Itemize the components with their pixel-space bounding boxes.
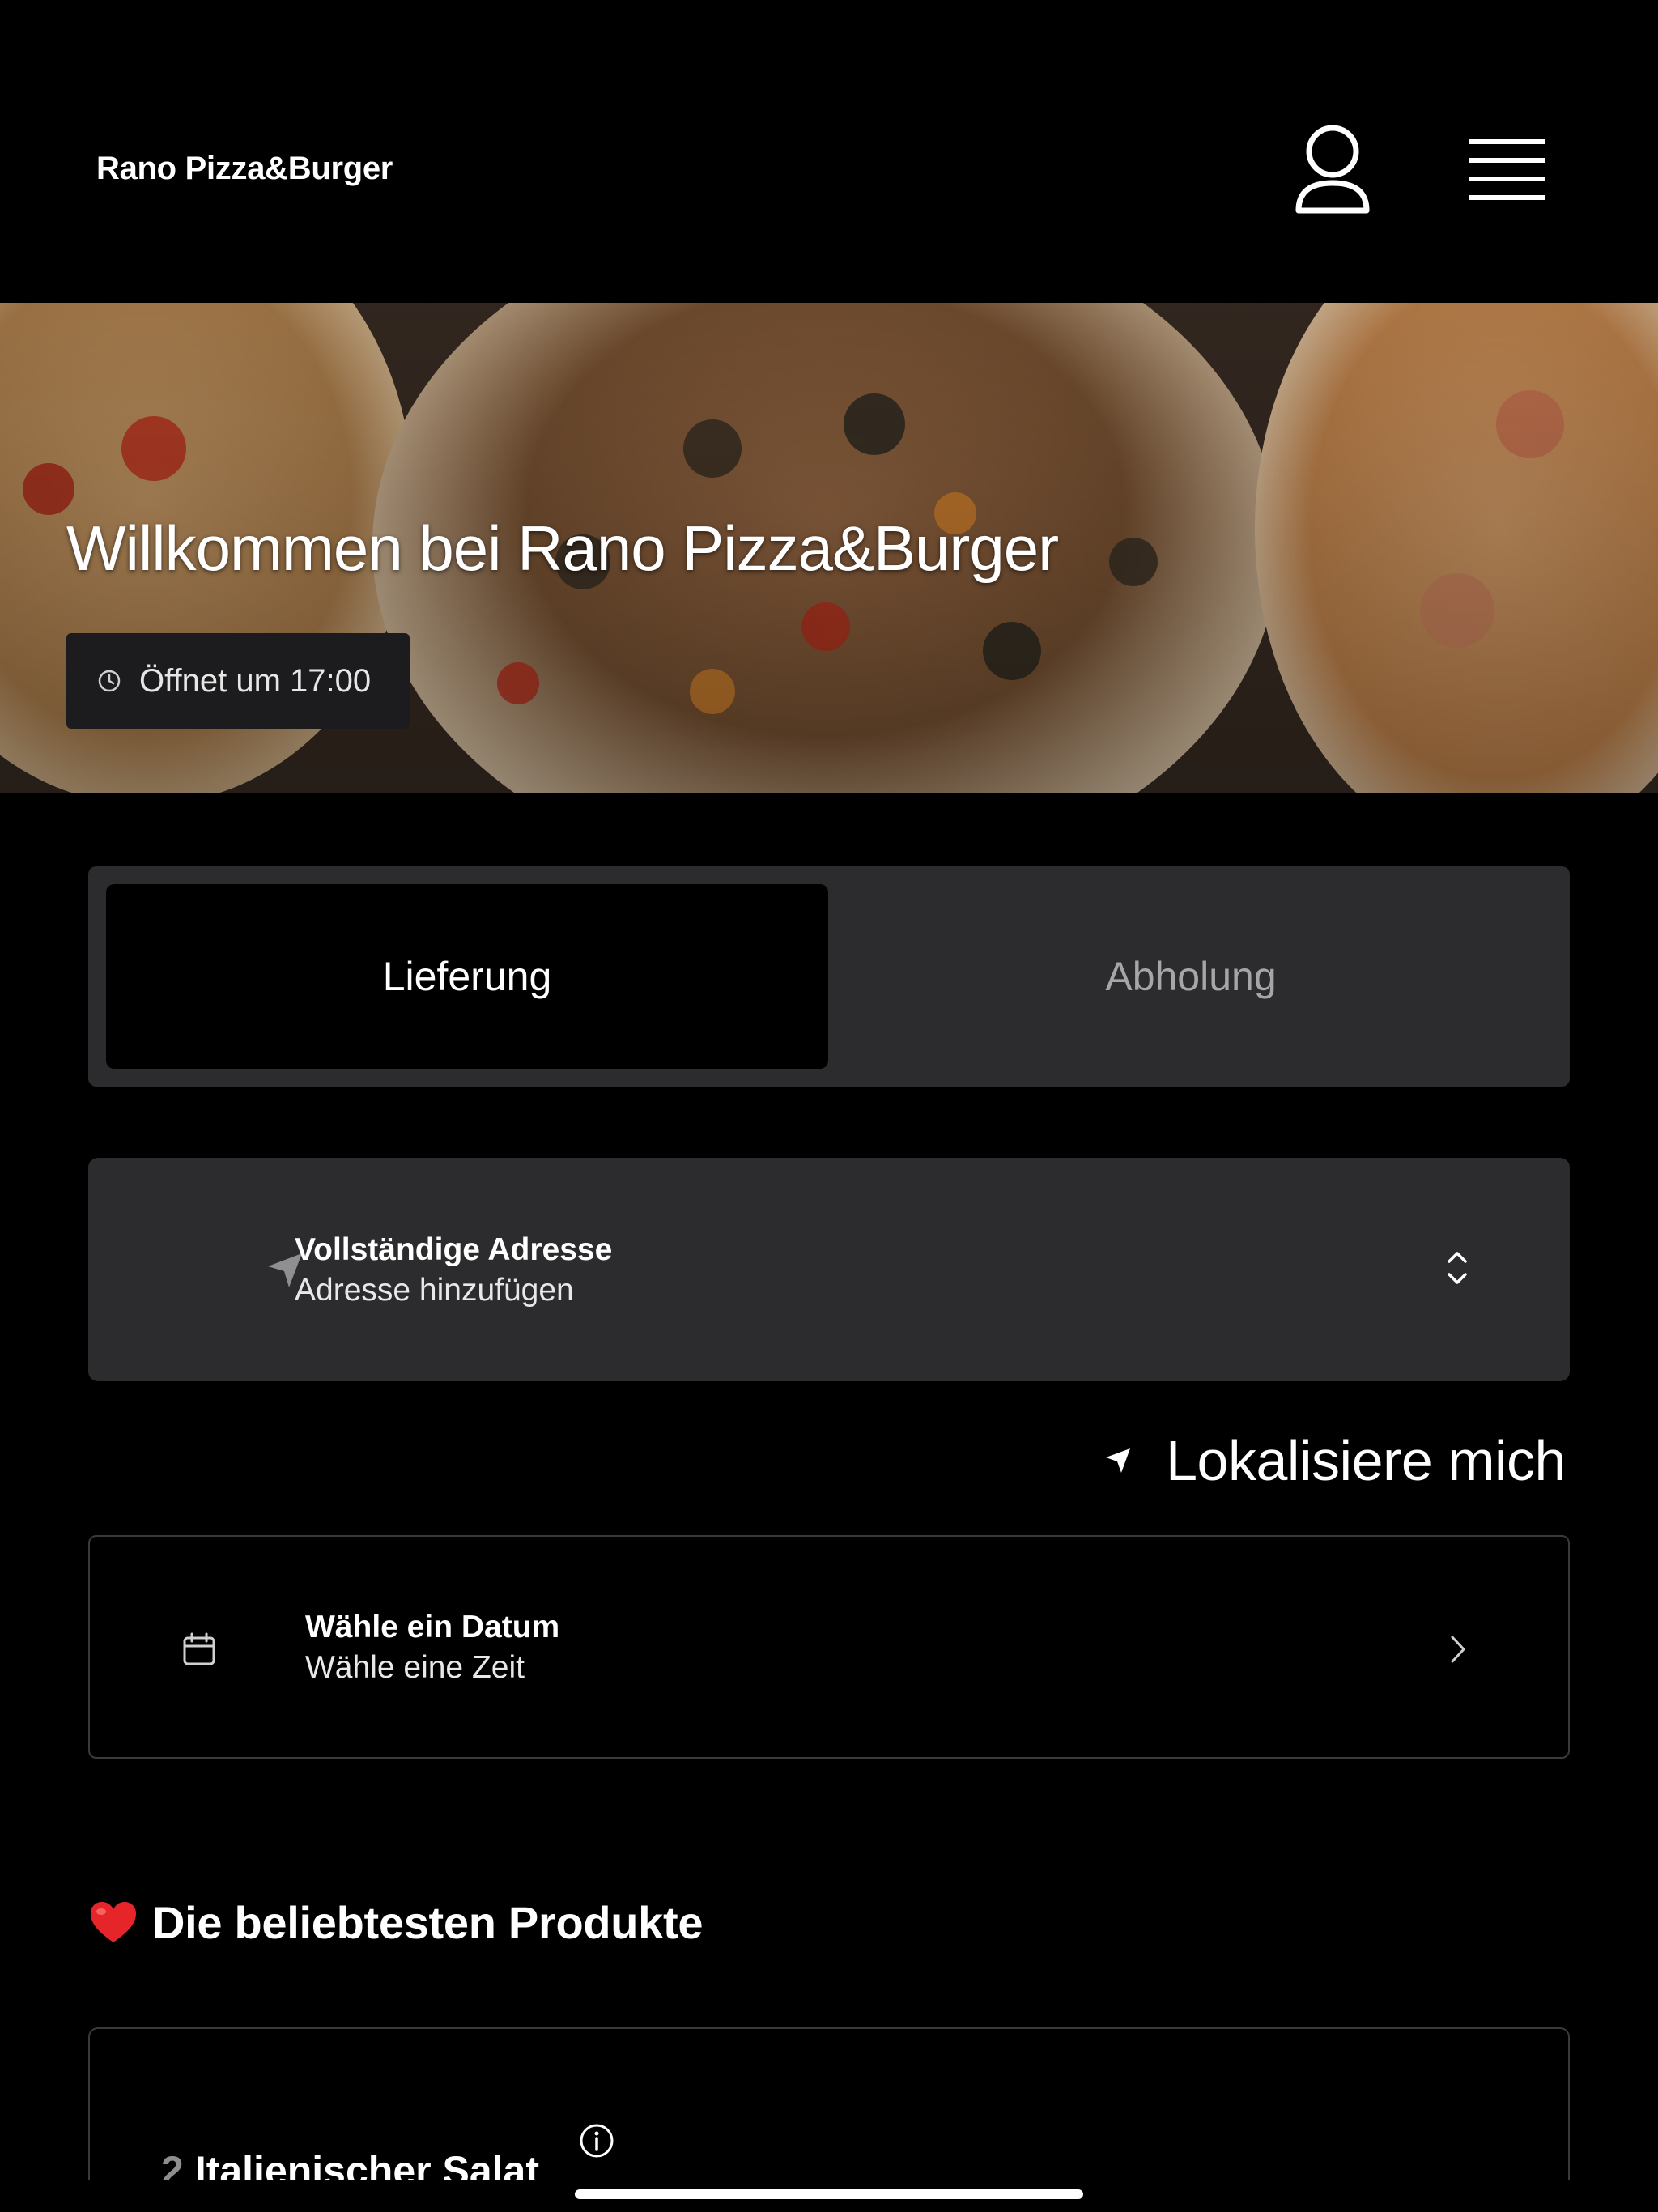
location-arrow-icon	[1106, 1448, 1131, 1473]
address-subtitle: Adresse hinzufügen	[295, 1273, 574, 1308]
hamburger-menu-icon[interactable]	[1464, 133, 1550, 206]
hero-banner: Willkommen bei Rano Pizza&Burger Öffnet …	[0, 303, 1658, 793]
date-time-selector[interactable]: Wähle ein Datum Wähle eine Zeit	[88, 1535, 1570, 1759]
date-time-text: Wähle ein Datum Wähle eine Zeit	[305, 1610, 559, 1686]
clock-icon	[98, 670, 121, 692]
opening-hours-label: Öffnet um 17:00	[139, 662, 372, 699]
chevron-updown-icon	[1448, 1252, 1467, 1284]
order-mode-segmented-control: Lieferung Abholung	[88, 866, 1570, 1087]
welcome-title: Willkommen bei Rano Pizza&Burger	[66, 513, 1059, 584]
calendar-icon	[183, 1632, 215, 1665]
info-icon[interactable]	[579, 2123, 614, 2159]
heart-icon	[91, 1901, 136, 1942]
localize-me-label: Lokalisiere mich	[1166, 1429, 1566, 1492]
time-subtitle: Wähle eine Zeit	[305, 1650, 525, 1685]
popular-products-title: Die beliebtesten Produkte	[152, 1897, 704, 1948]
chevron-right-icon	[1451, 1636, 1465, 1663]
home-indicator[interactable]	[575, 2189, 1083, 2199]
user-icon[interactable]	[1294, 123, 1371, 215]
opening-hours-badge: Öffnet um 17:00	[66, 633, 410, 729]
address-title: Vollständige Adresse	[295, 1232, 613, 1267]
address-text: Vollständige Adresse Adresse hinzufügen	[295, 1232, 612, 1308]
brand-name[interactable]: Rano Pizza&Burger	[96, 151, 393, 187]
tab-delivery[interactable]: Lieferung	[106, 884, 828, 1069]
app-screen: Rano Pizza&Burger Willkommen bei Rano Pi…	[0, 0, 1658, 2212]
tab-pickup[interactable]: Abholung	[830, 884, 1552, 1069]
localize-me-button[interactable]: Lokalisiere mich	[1104, 1428, 1566, 1493]
address-selector[interactable]: Vollständige Adresse Adresse hinzufügen	[88, 1158, 1570, 1381]
top-navigation-bar: Rano Pizza&Burger	[0, 0, 1658, 303]
date-title: Wähle ein Datum	[305, 1610, 560, 1644]
popular-products-heading: Die beliebtesten Produkte	[89, 1896, 704, 1949]
